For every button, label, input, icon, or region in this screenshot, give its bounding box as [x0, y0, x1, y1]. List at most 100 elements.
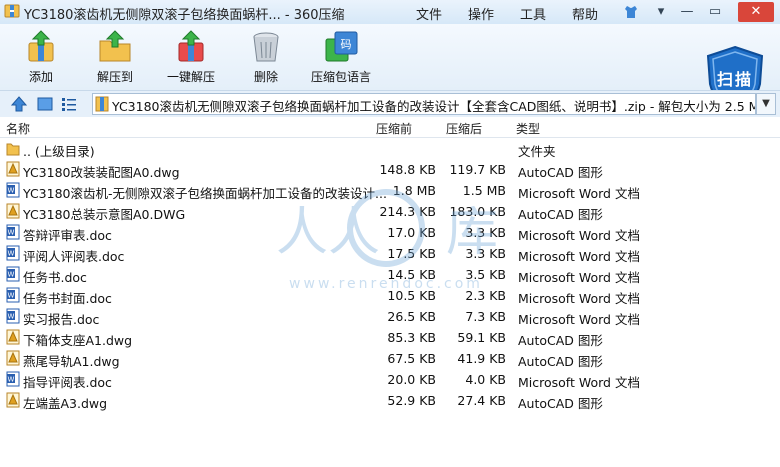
file-size: 20.0 KB	[387, 372, 436, 387]
add-archive-icon	[28, 30, 54, 62]
path-field[interactable]: YC3180滚齿机无侧隙双滚子包络换面蜗杆加工设备的改装设计【全套含CAD图纸、…	[92, 93, 756, 115]
menu-arrow-icon[interactable]: ▾	[650, 2, 672, 22]
file-name: YC3180滚齿机-无侧隙双滚子包络换面蜗杆加工设备的改装设计...	[23, 186, 387, 201]
file-row[interactable]: W YC3180滚齿机-无侧隙双滚子包络换面蜗杆加工设备的改装设计... 1.8 M…	[0, 180, 780, 201]
file-row[interactable]: W 答辩评审表.doc 17.0 KB 3.3 KB Microsoft Word 文档	[0, 222, 780, 243]
menu-help[interactable]: 帮助	[572, 4, 598, 23]
menu-file[interactable]: 文件	[416, 4, 442, 23]
file-name: YC3180总装示意图A0.DWG	[23, 207, 186, 222]
word-file-icon: W	[6, 182, 20, 198]
file-row[interactable]: 燕尾导轨A1.dwg 67.5 KB 41.9 KB AutoCAD 图形	[0, 348, 780, 369]
file-name: 任务书.doc	[23, 270, 87, 285]
file-list: .. (上级目录) 文件夹 YC3180改装装配图A0.dwg 148.8 KB 119…	[0, 138, 780, 467]
file-type: 文件夹	[518, 144, 556, 159]
file-compressed-size: 3.3 KB	[465, 225, 506, 240]
word-file-icon: W	[6, 245, 20, 261]
file-type: Microsoft Word 文档	[518, 270, 640, 285]
file-size: 148.8 KB	[379, 162, 436, 177]
column-size[interactable]: 压缩前	[376, 120, 412, 137]
list-view-icon[interactable]	[60, 95, 78, 113]
file-name: YC3180改装装配图A0.dwg	[23, 165, 180, 180]
address-bar: YC3180滚齿机无侧隙双滚子包络换面蜗杆加工设备的改装设计【全套含CAD图纸、…	[0, 90, 780, 118]
delete-button[interactable]: 删除	[231, 29, 301, 85]
autocad-file-icon	[6, 392, 20, 408]
thumbnail-view-icon[interactable]	[36, 95, 54, 113]
file-row[interactable]: 左端盖A3.dwg 52.9 KB 27.4 KB AutoCAD 图形	[0, 390, 780, 411]
delete-label: 删除	[253, 70, 278, 84]
file-row[interactable]: W 实习报告.doc 26.5 KB 7.3 KB Microsoft Word 文档	[0, 306, 780, 327]
up-arrow-icon[interactable]	[10, 95, 28, 113]
word-file-icon: W	[6, 308, 20, 324]
file-size: 10.5 KB	[387, 288, 436, 303]
file-compressed-size: 3.3 KB	[465, 246, 506, 261]
menu-tools[interactable]: 工具	[520, 4, 546, 23]
menu-operation[interactable]: 操作	[468, 4, 494, 23]
one-click-extract-button[interactable]: 一键解压	[156, 29, 226, 85]
file-name: 评阅人评阅表.doc	[23, 249, 125, 264]
file-size: 67.5 KB	[387, 351, 436, 366]
column-type[interactable]: 类型	[516, 120, 540, 137]
file-row[interactable]: YC3180改装装配图A0.dwg 148.8 KB 119.7 KB AutoCAD…	[0, 159, 780, 180]
file-row[interactable]: W 指导评阅表.doc 20.0 KB 4.0 KB Microsoft Word 文档	[0, 369, 780, 390]
file-compressed-size: 2.3 KB	[465, 288, 506, 303]
file-size: 214.3 KB	[379, 204, 436, 219]
word-file-icon: W	[6, 266, 20, 282]
word-file-icon: W	[6, 224, 20, 240]
file-row[interactable]: W 任务书.doc 14.5 KB 3.5 KB Microsoft Word 文档	[0, 264, 780, 285]
file-name: 燕尾导轨A1.dwg	[23, 354, 120, 369]
file-type: Microsoft Word 文档	[518, 249, 640, 264]
maximize-icon[interactable]: ▭	[704, 2, 726, 22]
folder-icon	[6, 143, 20, 156]
svg-text:码: 码	[341, 38, 352, 51]
file-compressed-size: 27.4 KB	[457, 393, 506, 408]
file-compressed-size: 119.7 KB	[449, 162, 506, 177]
zip-language-icon: 码	[325, 31, 358, 62]
extract-to-label: 解压到	[96, 70, 133, 84]
svg-text:W: W	[8, 271, 15, 279]
file-compressed-size: 4.0 KB	[465, 372, 506, 387]
extract-to-button[interactable]: 解压到	[80, 29, 150, 85]
column-compressed[interactable]: 压缩后	[446, 120, 482, 137]
autocad-file-icon	[6, 161, 20, 177]
file-type: Microsoft Word 文档	[518, 375, 640, 390]
zip-archive-icon	[95, 96, 109, 112]
title-bar: YC3180滚齿机无侧隙双滚子包络换面蜗杆... - 360压缩 文件 操作 工…	[0, 0, 780, 24]
skin-icon[interactable]	[620, 2, 642, 22]
app-logo-icon	[4, 4, 20, 18]
file-size: 14.5 KB	[387, 267, 436, 282]
file-type: Microsoft Word 文档	[518, 186, 640, 201]
add-button[interactable]: 添加	[6, 29, 76, 85]
close-icon[interactable]: ✕	[738, 2, 774, 22]
file-size: 52.9 KB	[387, 393, 436, 408]
file-row[interactable]: W 任务书封面.doc 10.5 KB 2.3 KB Microsoft Word 文档	[0, 285, 780, 306]
minimize-icon[interactable]: —	[676, 2, 698, 22]
file-size: 26.5 KB	[387, 309, 436, 324]
svg-text:W: W	[8, 376, 15, 384]
autocad-file-icon	[6, 329, 20, 345]
file-row[interactable]: YC3180总装示意图A0.DWG 214.3 KB 183.0 KB AutoCAD…	[0, 201, 780, 222]
file-type: AutoCAD 图形	[518, 165, 603, 180]
column-name[interactable]: 名称	[6, 120, 30, 137]
path-dropdown-icon[interactable]: ▼	[756, 93, 776, 115]
file-type: Microsoft Word 文档	[518, 291, 640, 306]
file-type: AutoCAD 图形	[518, 207, 603, 222]
autocad-file-icon	[6, 350, 20, 366]
file-row[interactable]: 下箱体支座A1.dwg 85.3 KB 59.1 KB AutoCAD 图形	[0, 327, 780, 348]
svg-text:W: W	[8, 313, 15, 321]
toolbar: 添加 解压到 一键解压 删除 码 压缩包语言 扫描	[0, 24, 780, 113]
one-click-extract-label: 一键解压	[166, 70, 215, 84]
file-compressed-size: 7.3 KB	[465, 309, 506, 324]
file-type: AutoCAD 图形	[518, 354, 603, 369]
file-row[interactable]: .. (上级目录) 文件夹	[0, 138, 780, 159]
file-size: 1.8 MB	[392, 183, 436, 198]
trash-icon	[253, 32, 279, 62]
file-size: 85.3 KB	[387, 330, 436, 345]
svg-text:W: W	[8, 292, 15, 300]
window-title: YC3180滚齿机无侧隙双滚子包络换面蜗杆... - 360压缩	[24, 8, 345, 23]
file-type: Microsoft Word 文档	[518, 312, 640, 327]
file-row[interactable]: W 评阅人评阅表.doc 17.5 KB 3.3 KB Microsoft Word 文…	[0, 243, 780, 264]
file-name: 左端盖A3.dwg	[23, 396, 108, 411]
file-name: 下箱体支座A1.dwg	[23, 333, 133, 348]
zip-language-button[interactable]: 码 压缩包语言	[306, 29, 376, 85]
add-label: 添加	[28, 70, 53, 84]
